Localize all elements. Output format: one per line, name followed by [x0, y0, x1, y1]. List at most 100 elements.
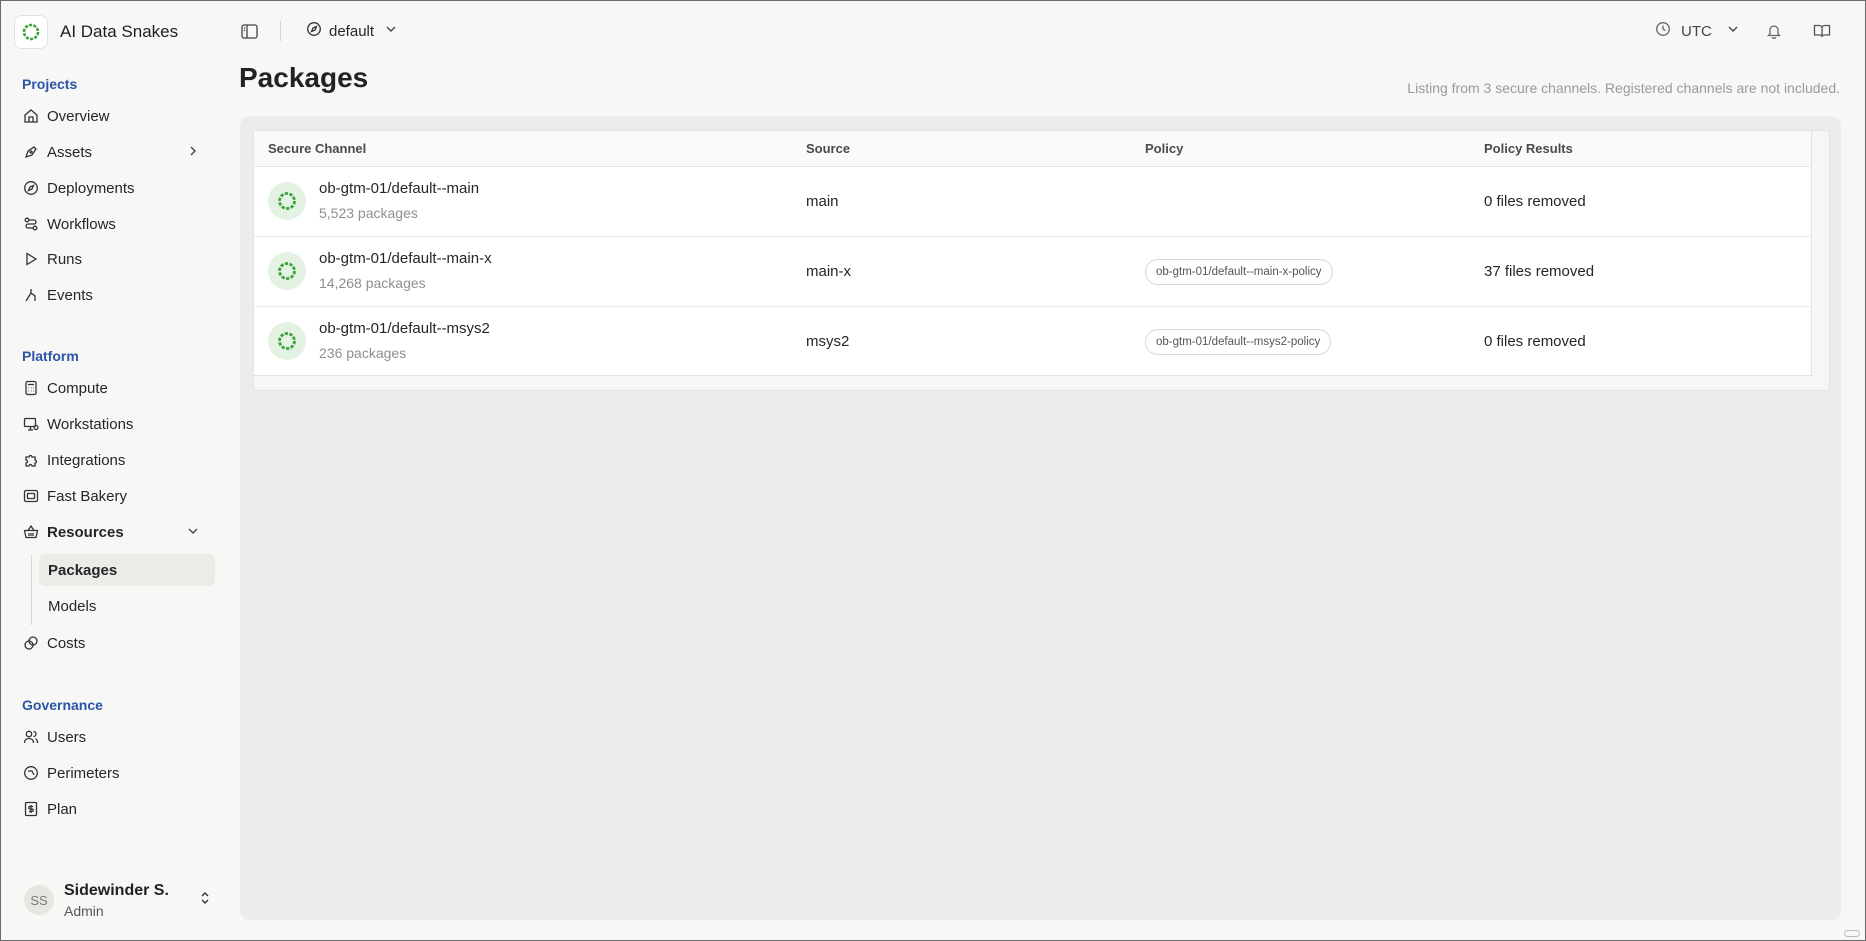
coins-icon	[22, 634, 40, 652]
clock-icon	[1655, 21, 1671, 41]
merge-icon	[22, 286, 40, 304]
page-note: Listing from 3 secure channels. Register…	[1407, 80, 1840, 96]
content-panel: Secure Channel Source Policy Policy Resu…	[240, 116, 1841, 920]
policy-results-cell: 0 files removed	[1484, 333, 1586, 350]
chevron-down-icon	[186, 524, 200, 542]
chevron-down-icon	[1726, 22, 1740, 40]
policy-badge[interactable]: ob-gtm-01/default--msys2-policy	[1145, 329, 1332, 355]
sidebar-item-label: Overview	[47, 107, 110, 125]
sidebar-item-plan[interactable]: Plan	[22, 794, 212, 824]
chevron-up-down-icon[interactable]	[198, 890, 212, 910]
sidebar-item-label: Resources	[47, 523, 124, 541]
timezone-label: UTC	[1681, 22, 1712, 40]
namespace-selector[interactable]: default	[306, 20, 398, 42]
namespace-label: default	[329, 22, 375, 40]
calculator-icon	[22, 379, 40, 397]
play-icon	[22, 250, 40, 268]
bell-icon[interactable]	[1764, 21, 1784, 41]
user-menu[interactable]: SS Sidewinder S. Admin	[24, 878, 214, 922]
sidebar-item-label: Workstations	[47, 415, 134, 433]
brand-logo-icon	[14, 15, 48, 49]
channel-name[interactable]: ob-gtm-01/default--msys2	[319, 320, 490, 337]
puzzle-icon	[22, 451, 40, 469]
channel-name[interactable]: ob-gtm-01/default--main-x	[319, 250, 492, 267]
sidebar-item-costs[interactable]: Costs	[22, 628, 212, 658]
channel-name[interactable]: ob-gtm-01/default--main	[319, 180, 479, 197]
sidebar-subitem-models[interactable]: Models	[39, 590, 215, 622]
sidebar-item-events[interactable]: Events	[22, 280, 212, 310]
sidebar-item-deployments[interactable]: Deployments	[22, 173, 212, 203]
package-count: 236 packages	[319, 345, 407, 361]
policy-badge[interactable]: ob-gtm-01/default--main-x-policy	[1145, 259, 1333, 285]
sidebar-item-users[interactable]: Users	[22, 722, 212, 752]
sidebar-item-label: Perimeters	[47, 764, 120, 782]
source-cell: msys2	[806, 333, 850, 350]
sidebar-item-label: Assets	[47, 143, 93, 161]
sidebar-subitem-packages[interactable]: Packages	[39, 554, 215, 586]
timezone-selector[interactable]: UTC	[1655, 20, 1740, 42]
column-header-secure-channel[interactable]: Secure Channel	[268, 141, 366, 156]
sidebar: AI Data Snakes Projects Overview Assets …	[2, 2, 224, 940]
policy-results-cell: 37 files removed	[1484, 263, 1595, 280]
sidebar-item-fast-bakery[interactable]: Fast Bakery	[22, 481, 212, 511]
sidebar-item-perimeters[interactable]: Perimeters	[22, 758, 212, 788]
sidebar-item-overview[interactable]: Overview	[22, 101, 212, 131]
section-projects: Projects	[22, 76, 78, 92]
topbar-divider	[280, 21, 281, 41]
sidebar-item-label: Deployments	[47, 179, 135, 197]
shield-icon	[22, 764, 40, 782]
brand[interactable]: AI Data Snakes	[14, 14, 178, 50]
book-icon[interactable]	[1812, 21, 1832, 41]
table-row[interactable]: ob-gtm-01/default--msys2 236 packages ms…	[254, 307, 1811, 377]
resize-grip[interactable]	[1844, 930, 1860, 937]
sidebar-item-label: Runs	[47, 250, 83, 268]
table-row[interactable]: ob-gtm-01/default--main-x 14,268 package…	[254, 237, 1811, 307]
section-governance: Governance	[22, 697, 103, 713]
basket-icon	[22, 523, 40, 541]
package-count: 14,268 packages	[319, 275, 426, 291]
image-icon	[22, 487, 40, 505]
user-name: Sidewinder S.	[64, 881, 169, 899]
sidebar-item-label: Users	[47, 728, 87, 746]
sidebar-item-assets[interactable]: Assets	[22, 137, 212, 167]
avatar: SS	[24, 885, 54, 915]
channel-icon	[268, 252, 306, 290]
package-count: 5,523 packages	[319, 205, 418, 221]
column-header-policy[interactable]: Policy	[1145, 141, 1183, 156]
table-card: Secure Channel Source Policy Policy Resu…	[253, 130, 1830, 391]
sidebar-item-integrations[interactable]: Integrations	[22, 445, 212, 475]
app-name: AI Data Snakes	[60, 22, 179, 41]
sidebar-item-label: Costs	[47, 634, 86, 652]
sidebar-item-label: Integrations	[47, 451, 126, 469]
sidebar-item-compute[interactable]: Compute	[22, 373, 212, 403]
sidebar-item-resources[interactable]: Resources	[22, 517, 212, 547]
app-window: AI Data Snakes Projects Overview Assets …	[0, 0, 1866, 941]
sidebar-item-label: Workflows	[47, 215, 116, 233]
chevron-down-icon	[384, 22, 398, 40]
dollar-icon	[22, 800, 40, 818]
compass-icon	[22, 179, 40, 197]
home-icon	[22, 107, 40, 125]
table-row[interactable]: ob-gtm-01/default--main 5,523 packages m…	[254, 167, 1811, 237]
user-role: Admin	[64, 902, 104, 919]
sidebar-item-label: Plan	[47, 800, 78, 818]
sidebar-item-workflows[interactable]: Workflows	[22, 209, 212, 239]
policy-results-cell: 0 files removed	[1484, 193, 1586, 210]
column-header-source[interactable]: Source	[806, 141, 850, 156]
channel-icon	[268, 322, 306, 360]
compass-icon	[306, 21, 322, 41]
monitor-icon	[22, 415, 40, 433]
submenu-rail	[31, 555, 32, 625]
chevron-right-icon	[186, 144, 200, 162]
sidebar-item-label: Compute	[47, 379, 108, 397]
sidebar-item-runs[interactable]: Runs	[22, 244, 212, 274]
pen-icon	[22, 143, 40, 161]
channel-icon	[268, 182, 306, 220]
users-icon	[22, 728, 40, 746]
column-header-policy-results[interactable]: Policy Results	[1484, 141, 1573, 156]
sidebar-toggle-icon[interactable]	[239, 21, 259, 41]
table-header: Secure Channel Source Policy Policy Resu…	[254, 131, 1811, 167]
page-title: Packages	[239, 62, 369, 93]
sidebar-item-workstations[interactable]: Workstations	[22, 409, 212, 439]
source-cell: main-x	[806, 263, 852, 280]
